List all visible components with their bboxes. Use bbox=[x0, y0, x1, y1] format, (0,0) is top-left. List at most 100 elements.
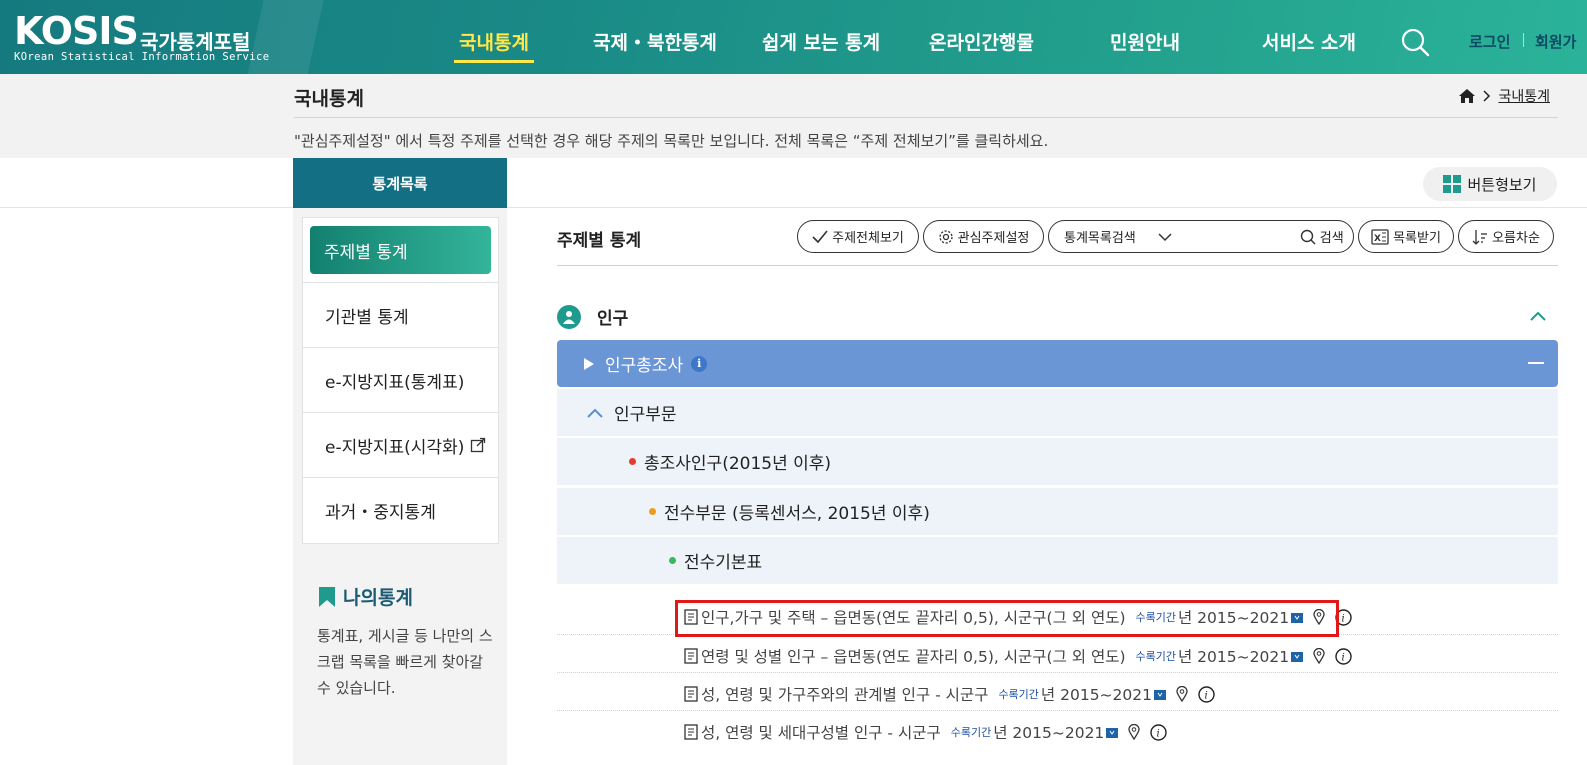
search-icon[interactable] bbox=[1300, 229, 1316, 245]
tree-node-label: 인구총조사 bbox=[605, 356, 684, 376]
search-icon[interactable] bbox=[1400, 27, 1430, 57]
search-button-label[interactable]: 검색 bbox=[1320, 227, 1344, 246]
nav-easy-stats[interactable]: 쉽게 보는 통계 bbox=[762, 28, 880, 55]
tree-node-census-population[interactable]: 총조사인구(2015년 이후) bbox=[557, 438, 1558, 485]
button-label: 주제전체보기 bbox=[832, 231, 904, 246]
download-list-button[interactable]: X 목록받기 bbox=[1358, 220, 1454, 253]
period-value: 년 2015~2021 bbox=[1178, 648, 1290, 666]
page-title: 국내통계 bbox=[294, 88, 364, 110]
collapse-icon[interactable] bbox=[1528, 362, 1544, 364]
check-icon bbox=[812, 229, 828, 243]
divider bbox=[294, 117, 1558, 118]
tree-node-label: 전수기본표 bbox=[684, 553, 763, 573]
sidebar-item-topic-stats[interactable]: 주제별 통계 bbox=[303, 218, 498, 283]
excel-icon: X bbox=[1371, 228, 1389, 245]
grid-icon bbox=[1443, 175, 1462, 193]
breadcrumb: 국내통계 bbox=[1458, 86, 1550, 106]
location-pin-icon[interactable] bbox=[1313, 648, 1325, 664]
sidebar-item-label: e-지방지표(시각화) bbox=[325, 437, 465, 458]
folder-icon[interactable] bbox=[1291, 650, 1304, 662]
sidebar-item-label: 주제별 통계 bbox=[310, 226, 491, 274]
table-title[interactable]: 성, 연령 및 세대구성별 인구 - 시군구 bbox=[701, 721, 941, 743]
all-topics-button[interactable]: 주제전체보기 bbox=[797, 220, 919, 253]
button-view-toggle[interactable]: 버튼형보기 bbox=[1423, 167, 1557, 201]
search-select[interactable]: 통계목록검색 bbox=[1064, 227, 1136, 246]
tree-node-label: 인구부문 bbox=[614, 405, 677, 425]
highlight-box bbox=[675, 600, 1339, 637]
nav-online-publications[interactable]: 온라인간행물 bbox=[929, 28, 1034, 55]
sidebar-item-agency-stats[interactable]: 기관별 통계 bbox=[303, 283, 498, 348]
stat-table-item[interactable]: 성, 연령 및 세대구성별 인구 - 시군구 수록기간 년 2015~2021 … bbox=[684, 721, 1167, 743]
tree-node-census[interactable]: 인구총조사 i bbox=[557, 340, 1558, 387]
chevron-up-icon bbox=[587, 408, 603, 418]
document-icon bbox=[684, 648, 698, 664]
period-label: 수록기간 bbox=[950, 726, 992, 739]
nav-civil-service[interactable]: 민원안내 bbox=[1110, 28, 1180, 55]
button-label: 목록받기 bbox=[1393, 231, 1441, 246]
interest-settings-button[interactable]: 관심주제설정 bbox=[923, 220, 1044, 253]
sidebar-header: 통계목록 bbox=[293, 158, 507, 208]
location-pin-icon[interactable] bbox=[1176, 686, 1188, 702]
tree-node-label: 전수부문 (등록센서스, 2015년 이후) bbox=[664, 504, 930, 524]
info-icon[interactable]: i bbox=[691, 355, 708, 372]
nav-domestic-stats[interactable]: 국내통계 bbox=[454, 28, 534, 63]
period-label: 수록기간 bbox=[998, 688, 1039, 701]
svg-text:i: i bbox=[1157, 728, 1160, 739]
location-pin-icon[interactable] bbox=[1128, 724, 1140, 740]
sidebar-item-label: 기관별 통계 bbox=[325, 307, 409, 328]
login-link[interactable]: 로그인 bbox=[1469, 31, 1510, 52]
sidebar-item-past-stats[interactable]: 과거・중지통계 bbox=[303, 478, 498, 543]
svg-text:i: i bbox=[1205, 690, 1208, 701]
table-title[interactable]: 연령 및 성별 인구 – 읍면동(연도 끝자리 0,5), 시군구(그 외 연도… bbox=[701, 645, 1126, 667]
table-title[interactable]: 성, 연령 및 가구주와의 관계별 인구 - 시군구 bbox=[701, 683, 988, 705]
my-stats-description: 통계표, 게시글 등 나만의 스크랩 목록을 빠르게 찾아갈 수 있습니다. bbox=[317, 627, 493, 697]
sidebar-item-local-indicators-table[interactable]: e-지방지표(통계표) bbox=[303, 348, 498, 413]
join-link[interactable]: 회원가 bbox=[1535, 31, 1576, 52]
tree-node-population-sector[interactable]: 인구부문 bbox=[557, 389, 1558, 436]
bookmark-icon bbox=[319, 586, 335, 607]
folder-icon[interactable] bbox=[1154, 688, 1166, 700]
bullet-dot bbox=[649, 508, 656, 515]
divider bbox=[0, 207, 1587, 208]
chevron-down-icon[interactable] bbox=[1158, 232, 1172, 242]
info-icon[interactable]: i bbox=[1335, 647, 1352, 665]
sidebar-menu: 주제별 통계 기관별 통계 e-지방지표(통계표) e-지방지표(시각화) 과거… bbox=[302, 217, 499, 544]
category-population[interactable]: 인구 bbox=[557, 304, 628, 329]
nav-international-stats[interactable]: 국제・북한통계 bbox=[593, 28, 717, 55]
home-icon[interactable] bbox=[1458, 88, 1476, 104]
info-icon[interactable]: i bbox=[1198, 685, 1215, 703]
button-label: 버튼형보기 bbox=[1467, 175, 1537, 194]
svg-text:X: X bbox=[1374, 234, 1381, 244]
sort-ascending-button[interactable]: 오름차순 bbox=[1458, 220, 1554, 253]
nav-service-intro[interactable]: 서비스 소개 bbox=[1262, 28, 1356, 55]
logo-korean-name: 국가통계포털 bbox=[140, 30, 251, 54]
top-header: KOSIS 국가통계포털 KOrean Statistical Informat… bbox=[0, 0, 1587, 74]
info-icon[interactable]: i bbox=[1150, 723, 1167, 741]
button-label: 오름차순 bbox=[1492, 231, 1540, 246]
population-icon bbox=[557, 304, 581, 329]
tree-node-full-count[interactable]: 전수부문 (등록센서스, 2015년 이후) bbox=[557, 488, 1558, 535]
tree-node-basic-tables[interactable]: 전수기본표 bbox=[557, 537, 1558, 584]
folder-icon[interactable] bbox=[1106, 726, 1119, 738]
breadcrumb-current[interactable]: 국내통계 bbox=[1498, 86, 1550, 106]
stat-table-item[interactable]: 연령 및 성별 인구 – 읍면동(연도 끝자리 0,5), 시군구(그 외 연도… bbox=[684, 645, 1352, 667]
triangle-right-icon bbox=[584, 357, 594, 370]
sort-icon bbox=[1472, 229, 1488, 245]
divider bbox=[557, 710, 1558, 711]
section-title: 주제별 통계 bbox=[557, 231, 642, 251]
chevron-up-icon[interactable] bbox=[1528, 308, 1548, 324]
chevron-right-icon bbox=[1483, 90, 1491, 102]
list-search-field[interactable]: 통계목록검색 검색 bbox=[1048, 220, 1354, 253]
stat-table-item[interactable]: 성, 연령 및 가구주와의 관계별 인구 - 시군구 수록기간 년 2015~2… bbox=[684, 683, 1215, 705]
my-stats-title[interactable]: 나의통계 bbox=[317, 583, 413, 610]
my-stats-label: 나의통계 bbox=[343, 587, 413, 609]
external-link-icon bbox=[471, 437, 486, 453]
document-icon bbox=[684, 686, 698, 702]
tree-node-label: 총조사인구(2015년 이후) bbox=[644, 454, 832, 474]
button-label: 관심주제설정 bbox=[957, 231, 1030, 246]
sidebar-item-local-indicators-visual[interactable]: e-지방지표(시각화) bbox=[303, 413, 498, 478]
divider bbox=[557, 672, 1558, 673]
bullet-dot bbox=[629, 458, 636, 465]
kosis-logo[interactable]: KOSIS 국가통계포털 KOrean Statistical Informat… bbox=[14, 12, 269, 63]
period-label: 수록기간 bbox=[1135, 650, 1176, 663]
